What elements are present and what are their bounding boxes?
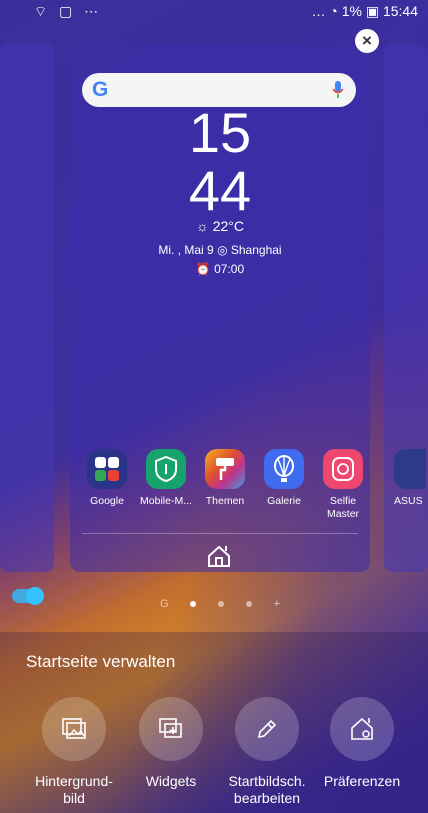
page-dot[interactable] [218, 601, 225, 607]
status-bar: ⌔ ▢ ⋯ … ◔ 1% ▣ 15:44 [0, 0, 428, 22]
alarm-time: ⏰ 07:00 [195, 262, 245, 276]
widgets-icon [139, 697, 203, 761]
page-dot[interactable] [245, 601, 252, 607]
weather-info: ☼ 22°C [195, 218, 244, 234]
add-page-icon[interactable]: + [274, 598, 280, 610]
action-label: Startbildsch. bearbeiten [228, 773, 306, 806]
asus-folder-icon [394, 449, 426, 489]
app-dock: Google Mobile-M... Themen Galerie Selfie… [80, 449, 370, 521]
app-label: Themen [205, 495, 245, 507]
google-page-icon: G [160, 598, 169, 610]
app-themen[interactable]: Themen [198, 449, 252, 521]
date-location: Mi. , Mai 9 ◎ Shanghai [158, 243, 282, 257]
page-dot-active[interactable] [190, 601, 197, 607]
app-mobile-manager[interactable]: Mobile-M... [139, 449, 193, 521]
selfie-face-icon [323, 449, 363, 489]
action-label: Präferenzen [323, 773, 401, 789]
panel-title: Startseite verwalten [26, 652, 176, 671]
widgets-button[interactable]: Widgets [123, 697, 219, 790]
app-label: Google [90, 495, 124, 507]
app-selfie-master[interactable]: Selfie Master [316, 449, 370, 521]
edit-icon [235, 697, 299, 761]
preferences-button[interactable]: Präferenzen [314, 697, 410, 790]
home-icon[interactable] [206, 544, 232, 573]
close-button[interactable]: × [355, 29, 379, 53]
google-logo-icon: G [92, 78, 109, 101]
paint-roller-icon [205, 449, 245, 489]
wallpaper-icon [42, 697, 106, 761]
action-label: Hintergrund- bild [35, 773, 113, 806]
page-indicator[interactable]: G + [160, 597, 280, 611]
app-label: ASUS [394, 495, 423, 507]
action-label: Widgets [145, 773, 197, 789]
status-left-icons: ⌔ ▢ ⋯ [34, 3, 103, 19]
clock-widget[interactable]: 15 44 [170, 104, 270, 220]
clock-hour: 15 [188, 101, 252, 164]
app-label: Selfie Master [326, 495, 360, 520]
shield-icon [146, 449, 186, 489]
mic-icon[interactable] [332, 80, 344, 105]
manage-home-panel: Startseite verwalten Hintergrund- bild W… [0, 632, 428, 813]
balloon-icon [264, 449, 304, 489]
app-label: Galerie [267, 495, 301, 507]
edit-home-button[interactable]: Startbildsch. bearbeiten [219, 697, 315, 807]
dock-divider [82, 533, 358, 534]
app-label: Mobile-M... [140, 495, 192, 507]
google-folder-icon [87, 449, 127, 489]
app-google[interactable]: Google [80, 449, 134, 521]
app-asus[interactable]: ASUS [394, 449, 428, 507]
clock-minute: 44 [188, 159, 252, 222]
toggle-switch[interactable] [12, 587, 44, 605]
status-right-info: … ◔ 1% ▣ 15:44 [311, 3, 418, 19]
home-settings-icon [330, 697, 394, 761]
app-galerie[interactable]: Galerie [257, 449, 311, 521]
wallpaper-button[interactable]: Hintergrund- bild [26, 697, 122, 807]
preview-page-left[interactable] [0, 44, 54, 605]
